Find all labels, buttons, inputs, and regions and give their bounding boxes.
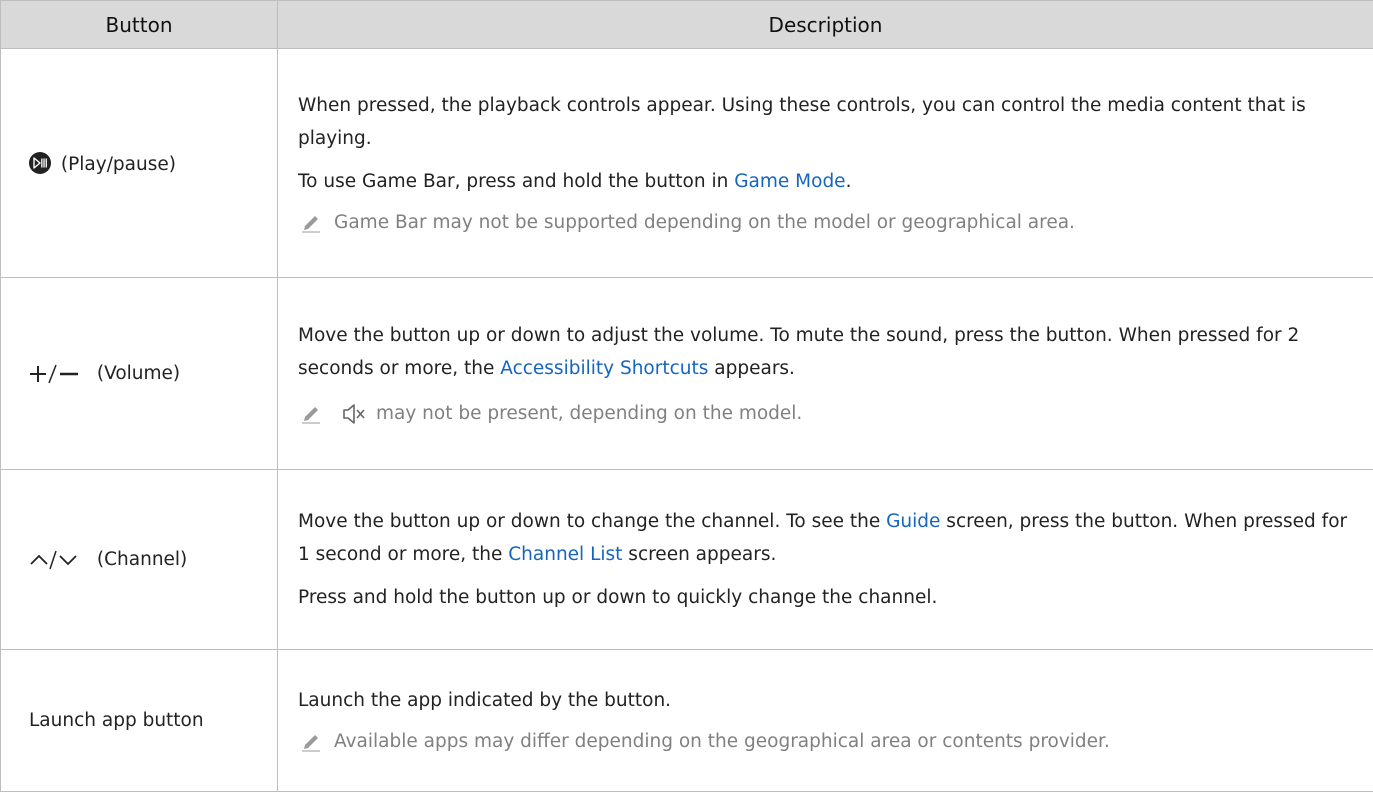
note: Available apps may differ depending on t… bbox=[298, 727, 1357, 757]
description-text: When pressed, the playback controls appe… bbox=[298, 89, 1357, 155]
table-row: (Play/pause) When pressed, the playback … bbox=[1, 49, 1373, 278]
button-label: (Play/pause) bbox=[61, 154, 176, 175]
button-cell: (Volume) bbox=[1, 278, 278, 470]
mute-icon bbox=[342, 403, 366, 425]
pencil-note-icon bbox=[300, 403, 322, 425]
description-text: Move the button up or down to adjust the… bbox=[298, 319, 1357, 385]
play-pause-icon bbox=[29, 152, 51, 174]
button-label: Launch app button bbox=[29, 710, 204, 731]
description-text: Launch the app indicated by the button. bbox=[298, 684, 1357, 717]
button-cell: Launch app button bbox=[1, 650, 278, 792]
button-label: (Volume) bbox=[97, 363, 180, 384]
channel-up-down-icon bbox=[29, 550, 91, 570]
description-text: To use Game Bar, press and hold the butt… bbox=[298, 165, 1357, 198]
note: may not be present, depending on the mod… bbox=[298, 399, 1357, 429]
description-text: Press and hold the button up or down to … bbox=[298, 581, 1357, 614]
volume-plus-minus-icon bbox=[29, 364, 91, 384]
button-cell: (Channel) bbox=[1, 470, 278, 650]
button-label: (Channel) bbox=[97, 549, 187, 570]
header-button: Button bbox=[1, 1, 278, 49]
table-row: (Channel) Move the button up or down to … bbox=[1, 470, 1373, 650]
description-text: Move the button up or down to change the… bbox=[298, 505, 1357, 571]
description-cell: Move the button up or down to change the… bbox=[278, 470, 1373, 650]
button-cell: (Play/pause) bbox=[1, 49, 278, 278]
channel-list-link[interactable]: Channel List bbox=[508, 544, 622, 565]
remote-buttons-table: Button Description (Play/pause) When pre… bbox=[0, 0, 1373, 792]
pencil-note-icon bbox=[300, 212, 322, 234]
description-cell: Launch the app indicated by the button. … bbox=[278, 650, 1373, 792]
header-description: Description bbox=[278, 1, 1373, 49]
game-mode-link[interactable]: Game Mode bbox=[734, 171, 845, 192]
description-cell: When pressed, the playback controls appe… bbox=[278, 49, 1373, 278]
guide-link[interactable]: Guide bbox=[886, 511, 940, 532]
accessibility-shortcuts-link[interactable]: Accessibility Shortcuts bbox=[500, 358, 708, 379]
table-row: (Volume) Move the button up or down to a… bbox=[1, 278, 1373, 470]
pencil-note-icon bbox=[300, 731, 322, 753]
note: Game Bar may not be supported depending … bbox=[298, 208, 1357, 238]
description-cell: Move the button up or down to adjust the… bbox=[278, 278, 1373, 470]
table-row: Launch app button Launch the app indicat… bbox=[1, 650, 1373, 792]
table-header-row: Button Description bbox=[1, 1, 1373, 49]
